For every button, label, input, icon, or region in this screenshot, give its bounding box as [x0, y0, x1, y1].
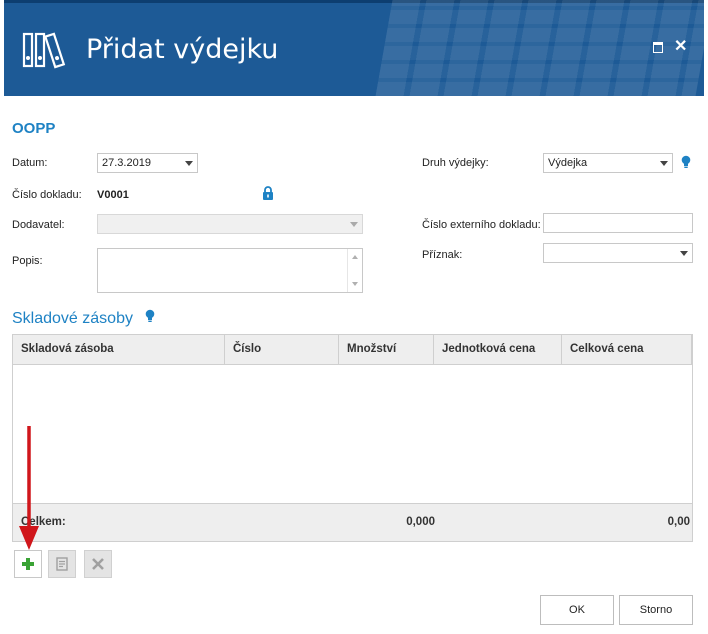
- add-item-button[interactable]: [14, 550, 42, 578]
- priznak-select[interactable]: [543, 243, 693, 263]
- lightbulb-icon[interactable]: [681, 155, 691, 169]
- popis-textarea[interactable]: [97, 248, 363, 293]
- edit-item-button[interactable]: [48, 550, 76, 578]
- chevron-down-icon[interactable]: [680, 251, 688, 256]
- druh-vydejky-select[interactable]: Výdejka: [543, 153, 673, 173]
- section-title-oopp: OOPP: [12, 120, 56, 137]
- section-title-skladove-zasoby: Skladové zásoby: [12, 310, 133, 327]
- cislo-externiho-label: Číslo externího dokladu:: [422, 219, 541, 231]
- footer-label: Celkem:: [21, 516, 66, 528]
- lock-icon[interactable]: [262, 186, 274, 200]
- stock-grid-header: Skladová zásoba Číslo Množství Jednotkov…: [13, 335, 692, 365]
- lightbulb-icon[interactable]: [145, 309, 155, 323]
- scroll-up-icon[interactable]: [352, 255, 358, 259]
- stock-grid-footer: Celkem: 0,000 0,00: [13, 503, 692, 541]
- column-header-jednotkova-cena[interactable]: Jednotková cena: [434, 335, 562, 364]
- cislo-externiho-input[interactable]: [543, 213, 693, 233]
- binders-icon: [22, 32, 66, 69]
- popis-scrollbar[interactable]: [347, 249, 362, 292]
- druh-vydejky-value: Výdejka: [548, 157, 588, 169]
- datum-label: Datum:: [12, 157, 48, 169]
- popis-label: Popis:: [12, 255, 43, 267]
- cislo-dokladu-value: V0001: [97, 189, 129, 201]
- cislo-dokladu-label: Číslo dokladu:: [12, 189, 82, 201]
- column-header-cislo[interactable]: Číslo: [225, 335, 339, 364]
- priznak-label: Příznak:: [422, 249, 463, 261]
- close-button[interactable]: ✕: [674, 39, 688, 55]
- chevron-down-icon[interactable]: [350, 222, 358, 227]
- stock-grid[interactable]: Skladová zásoba Číslo Množství Jednotkov…: [12, 334, 693, 542]
- datum-date-picker[interactable]: 27.3.2019: [97, 153, 198, 173]
- column-header-mnozstvi[interactable]: Množství: [339, 335, 434, 364]
- cancel-button[interactable]: Storno: [619, 595, 693, 625]
- ok-button[interactable]: OK: [540, 595, 614, 625]
- datum-value: 27.3.2019: [102, 157, 151, 169]
- column-header-skladova-zasoba[interactable]: Skladová zásoba: [13, 335, 225, 364]
- column-header-celkova-cena[interactable]: Celková cena: [562, 335, 692, 364]
- delete-item-button[interactable]: [84, 550, 112, 578]
- druh-vydejky-label: Druh výdejky:: [422, 157, 489, 169]
- x-icon: [92, 558, 104, 570]
- window-title: Přidat výdejku: [86, 34, 279, 65]
- plus-icon: [22, 558, 34, 570]
- dodavatel-label: Dodavatel:: [12, 219, 65, 231]
- scroll-down-icon[interactable]: [352, 282, 358, 286]
- maximize-button[interactable]: [652, 40, 666, 54]
- title-bar: Přidat výdejku ✕: [4, 0, 704, 96]
- chevron-down-icon[interactable]: [185, 161, 193, 166]
- dodavatel-select[interactable]: [97, 214, 363, 234]
- chevron-down-icon[interactable]: [660, 161, 668, 166]
- footer-celkova-total: 0,00: [667, 516, 690, 528]
- document-icon: [56, 557, 68, 571]
- footer-mnozstvi-total: 0,000: [406, 516, 435, 528]
